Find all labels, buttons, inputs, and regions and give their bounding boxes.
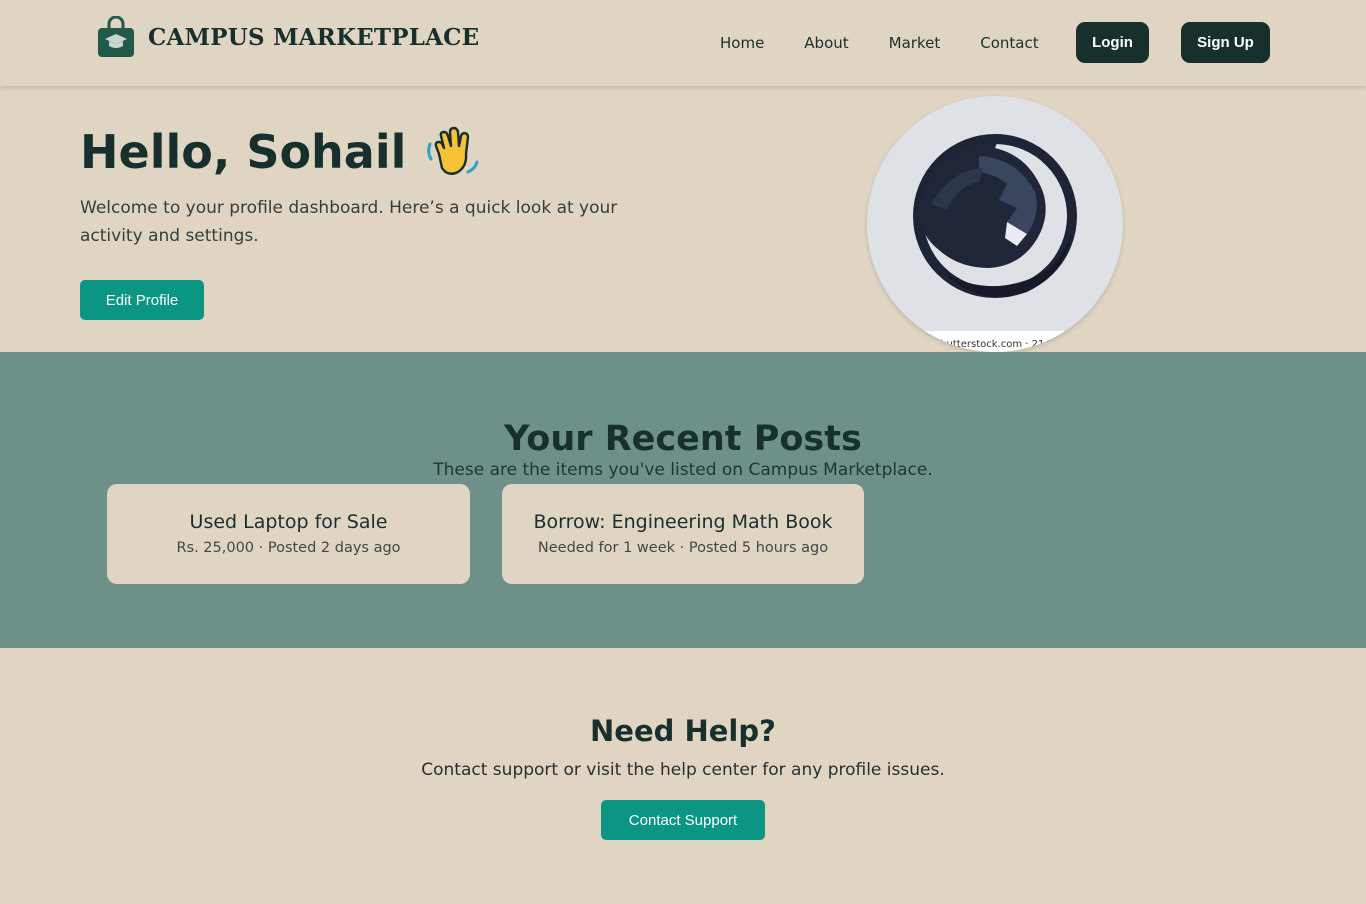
nav-market-link[interactable]: Market: [889, 35, 941, 51]
profile-hero: Hello, Sohail Welcome to your profile da…: [0, 86, 1366, 352]
waving-hand-icon: [427, 126, 479, 175]
brand[interactable]: CAMPUS MARKETPLACE: [97, 16, 479, 58]
greeting-text: Hello, Sohail: [80, 125, 407, 179]
navbar: CAMPUS MARKETPLACE Home About Market Con…: [0, 0, 1366, 86]
help-section: Need Help? Contact support or visit the …: [0, 648, 1366, 904]
help-subtitle: Contact support or visit the help center…: [421, 760, 945, 780]
help-title: Need Help?: [590, 714, 776, 748]
recent-posts-subtitle: These are the items you've listed on Cam…: [433, 460, 933, 480]
avatar: shutterstock.com · 2147574: [867, 96, 1123, 352]
greeting-heading: Hello, Sohail: [80, 124, 480, 180]
avatar-watermark: shutterstock.com · 2147574: [935, 339, 1077, 350]
recent-posts-section: Your Recent Posts These are the items yo…: [0, 352, 1366, 648]
edit-profile-button[interactable]: Edit Profile: [80, 280, 204, 320]
recent-posts-title: Your Recent Posts: [504, 419, 862, 459]
nav-links: Home About Market Contact: [700, 22, 1059, 64]
login-button[interactable]: Login: [1076, 22, 1149, 63]
post-card-title: Used Laptop for Sale: [189, 511, 388, 533]
post-card[interactable]: Borrow: Engineering Math Book Needed for…: [502, 484, 864, 584]
dashboard-welcome-text: Welcome to your profile dashboard. Here’…: [80, 198, 618, 246]
shopping-bag-icon: [98, 16, 134, 57]
nav-about-link[interactable]: About: [804, 35, 848, 51]
nav-contact-link[interactable]: Contact: [980, 35, 1038, 51]
post-card[interactable]: Used Laptop for Sale Rs. 25,000 · Posted…: [107, 484, 470, 584]
panther-logo-icon: [913, 134, 1077, 298]
nav-home-link[interactable]: Home: [720, 35, 764, 51]
post-card-meta: Rs. 25,000 · Posted 2 days ago: [176, 540, 401, 556]
post-card-title: Borrow: Engineering Math Book: [533, 511, 833, 533]
signup-button[interactable]: Sign Up: [1181, 22, 1270, 63]
contact-support-button[interactable]: Contact Support: [601, 800, 765, 840]
brand-name: CAMPUS MARKETPLACE: [148, 23, 480, 51]
post-card-meta: Needed for 1 week · Posted 5 hours ago: [537, 540, 829, 556]
